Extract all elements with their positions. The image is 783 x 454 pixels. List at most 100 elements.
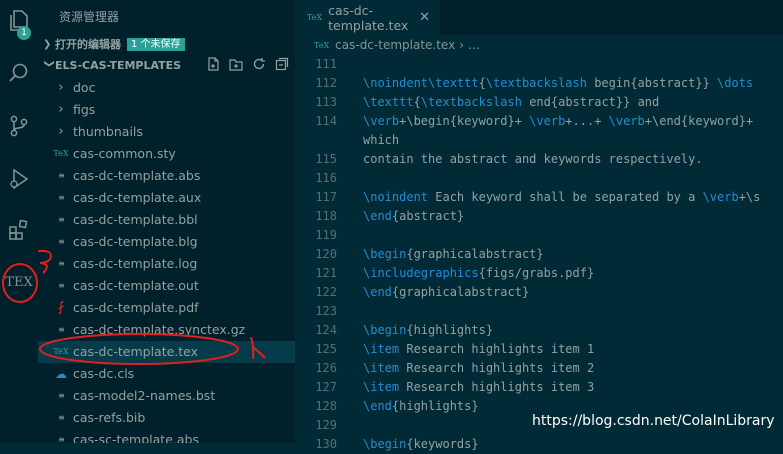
folder-item[interactable]: › thumbnails [38, 121, 295, 143]
folder-item[interactable]: › doc [38, 77, 295, 99]
file-item[interactable]: ≡ cas-model2-names.bst [38, 385, 295, 407]
run-debug-icon[interactable] [0, 160, 38, 198]
source-control-icon[interactable] [0, 107, 38, 145]
explorer-icon[interactable]: 1 [0, 2, 38, 40]
latex-command: \includegraphics [363, 266, 479, 280]
file-item[interactable]: ≡ cas-dc-template.out [38, 275, 295, 297]
tab-cas-dc-template-tex[interactable]: TeX cas-dc-template.tex ✕ [295, 0, 440, 35]
open-editors-section[interactable]: ❯ 打开的编辑器 1 个未保存 [38, 34, 295, 54]
file-name: thumbnails [73, 124, 143, 139]
code-line[interactable]: 124 \begin{highlights} [295, 321, 783, 340]
latex-command: \begin [363, 323, 407, 337]
file-item[interactable]: ≡ cas-dc-template.aux [38, 187, 295, 209]
file-name: cas-common.sty [73, 146, 176, 161]
line-number: 129 [315, 418, 337, 432]
code-text: { [478, 76, 486, 90]
line-text: \end{abstract} [363, 207, 464, 226]
file-name: cas-dc-template.blg [73, 234, 198, 249]
latex-command: \textbackslash [420, 95, 522, 109]
file-name: cas-dc-template.abs [73, 168, 201, 183]
new-folder-icon[interactable] [229, 57, 243, 71]
code-line[interactable]: 125 \item Research highlights item 1 [295, 340, 783, 359]
refresh-icon[interactable] [252, 57, 266, 71]
tex-file-icon: TeX [307, 13, 323, 22]
file-item[interactable]: ≡ cas-dc-template.synctex.gz [38, 319, 295, 341]
new-file-icon[interactable] [206, 57, 220, 71]
close-icon[interactable]: ✕ [419, 10, 430, 25]
code-line[interactable]: 112 \noindent\texttt{\textbackslash begin… [295, 74, 783, 93]
text-file-icon: ≡ [58, 325, 65, 334]
latex-command: \end [363, 209, 392, 223]
file-name: figs [73, 102, 96, 117]
line-text: \item Research highlights item 3 [363, 378, 594, 397]
file-name: cas-dc.cls [73, 366, 135, 381]
latex-command: \begin [363, 437, 407, 451]
breadcrumb-file[interactable]: cas-dc-template.tex [335, 38, 455, 52]
tab-label: cas-dc-template.tex [328, 2, 409, 33]
code-line[interactable]: 117 \noindent Each keyword shall be separ… [295, 188, 783, 207]
text-file-icon: ≡ [58, 435, 65, 443]
extensions-icon[interactable] [0, 211, 38, 249]
file-item[interactable]: ≡ cas-sc-template.abs [38, 429, 295, 443]
code-line[interactable]: 122 \end{graphicalabstract} [295, 283, 783, 302]
tex-label: TEX [5, 274, 33, 290]
code-text: {highlights} [391, 399, 479, 413]
line-text: \noindent\texttt{\textbackslash begin{ab… [363, 74, 753, 93]
file-name: cas-dc-template.synctex.gz [73, 322, 246, 337]
breadcrumb-more[interactable]: … [468, 38, 480, 52]
code-line[interactable]: 123 [295, 302, 783, 321]
code-line[interactable]: 130 \begin{keywords} [295, 435, 783, 454]
file-item[interactable]: ≡ cas-dc-template.log [38, 253, 295, 275]
line-number: 119 [315, 228, 337, 242]
file-name: cas-dc-template.log [73, 256, 198, 271]
text-file-icon: ≡ [58, 391, 65, 400]
file-name: cas-dc-template.tex [73, 344, 199, 359]
file-item[interactable]: ☁ cas-dc.cls [38, 363, 295, 385]
file-item[interactable]: ≡ cas-dc-template.bbl [38, 209, 295, 231]
code-line[interactable]: 127 \item Research highlights item 3 [295, 378, 783, 397]
text-file-icon: ≡ [58, 259, 65, 268]
search-icon[interactable] [0, 54, 38, 92]
line-text: \end{graphicalabstract} [363, 283, 529, 302]
file-name: cas-model2-names.bst [73, 388, 216, 403]
code-text: +\begin{keyword}+ [399, 114, 530, 128]
code-text: contain the abstract and keywords respec… [363, 152, 703, 166]
line-number: 114 [315, 114, 337, 128]
file-item[interactable]: ⨏ cas-dc-template.pdf [38, 297, 295, 319]
open-editors-label: 打开的编辑器 [55, 38, 121, 51]
line-number: 116 [315, 171, 337, 185]
code-line[interactable]: which [295, 131, 783, 150]
code-line[interactable]: 119 [295, 226, 783, 245]
code-line[interactable]: 120 \begin{graphicalabstract} [295, 245, 783, 264]
file-item[interactable]: ≡ cas-dc-template.abs [38, 165, 295, 187]
code-line[interactable]: 111 [295, 55, 783, 74]
code-line[interactable]: 118 \end{abstract} [295, 207, 783, 226]
code-editor[interactable]: 111 112 \noindent\texttt{\textbackslash be… [295, 55, 783, 454]
chevron-right-icon: › [58, 102, 64, 117]
code-line[interactable]: 121 \includegraphics{figs/grabs.pdf} [295, 264, 783, 283]
line-text: \noindent Each keyword shall be separate… [363, 188, 760, 207]
explorer-badge: 1 [17, 26, 31, 40]
line-text: \item Research highlights item 2 [363, 359, 594, 378]
code-line[interactable]: 116 [295, 169, 783, 188]
file-item[interactable]: TeX cas-dc-template.tex [38, 341, 295, 363]
text-file-icon: ≡ [58, 171, 65, 180]
code-line[interactable]: 126 \item Research highlights item 2 [295, 359, 783, 378]
line-number: 122 [315, 285, 337, 299]
tex-icon[interactable]: TEX [0, 263, 38, 301]
code-line[interactable]: 113 \texttt{\textbackslash end{abstract}}… [295, 93, 783, 112]
file-item[interactable]: TeX cas-common.sty [38, 143, 295, 165]
code-line[interactable]: 115 contain the abstract and keywords res… [295, 150, 783, 169]
collapse-all-icon[interactable] [275, 57, 289, 71]
chevron-right-icon: › [459, 38, 465, 52]
latex-command: \end [363, 285, 392, 299]
code-text: Research highlights item 3 [399, 380, 595, 394]
file-item[interactable]: ≡ cas-refs.bib [38, 407, 295, 429]
code-line[interactable]: 114 \verb+\begin{keyword}+ \verb+...+ \ve… [295, 112, 783, 131]
folder-item[interactable]: › figs [38, 99, 295, 121]
workspace-section[interactable]: ❯ ELS-CAS-TEMPLATES [38, 55, 295, 75]
code-text: +\end{keyword}+ [644, 114, 754, 128]
file-item[interactable]: ≡ cas-dc-template.blg [38, 231, 295, 253]
line-number: 126 [315, 361, 337, 375]
line-number: 130 [315, 437, 337, 451]
